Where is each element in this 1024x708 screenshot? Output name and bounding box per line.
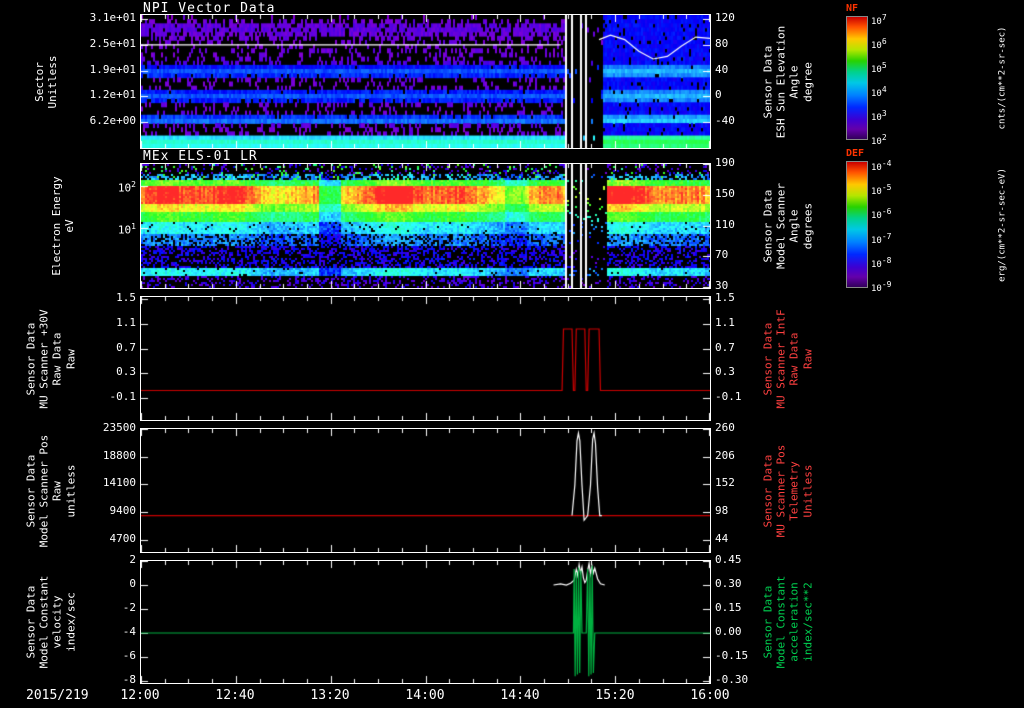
model-scanner-pos-left-axis-label: Sensor Data Model Scanner Pos Raw unitle…	[24, 434, 78, 547]
model-scanner-pos-left-tick: 23500	[102, 421, 136, 434]
model-constant-canvas	[141, 561, 710, 683]
model-constant-left-tick: -8	[122, 673, 136, 687]
colorbar-tick: 103	[871, 108, 887, 123]
date-label: 2015/219	[26, 688, 89, 703]
colorbar-tick: 102	[871, 132, 887, 147]
npi-sector-left-tick: 1.2e+01	[89, 88, 136, 102]
els-energy-right-axis-label: Sensor Data Model Scanner Angle degrees	[761, 182, 815, 270]
model-constant-right-tick: -0.30	[715, 673, 749, 687]
colorbar-tick: 10-6	[871, 207, 892, 222]
colorbar-DEF	[846, 161, 868, 288]
colorbar-tick: 10-8	[871, 256, 892, 271]
plot-screen: NPI Vector Data MEx ELS-01 LR 2015/219 3…	[0, 0, 1024, 708]
npi-sector-left-axis-label: Sector Unitless	[32, 55, 59, 108]
els-energy-left-axis-label: Electron Energy eV	[49, 176, 76, 276]
mu-scanner-30v-left-axis-label: Sensor Data MU Scanner +30V Raw Data Raw	[24, 308, 78, 409]
panel-title-els: MEx ELS-01 LR	[143, 149, 258, 164]
panel-title-npi: NPI Vector Data	[143, 1, 276, 16]
colorbar-title-NF: NF	[846, 3, 859, 14]
npi-sector-left-tick: 1.9e+01	[89, 62, 136, 76]
mu-scanner-30v-left-tick: 1.5	[116, 291, 136, 305]
model-scanner-pos-right-tick: 260	[715, 421, 735, 434]
mu-scanner-30v-panel	[140, 296, 711, 421]
colorbar-tick: 10-5	[871, 182, 892, 197]
x-axis-tick-label: 13:20	[310, 688, 350, 703]
colorbar-title-DEF: DEF	[846, 148, 865, 159]
npi-sector-left-tick: 2.5e+01	[89, 36, 136, 50]
mu-scanner-30v-right-tick: 1.5	[715, 291, 735, 305]
npi-sector-left-tick: 3.1e+01	[89, 10, 136, 24]
els-spectrogram-panel	[140, 163, 711, 289]
model-constant-right-tick: 0.45	[715, 553, 742, 566]
model-constant-right-axis-label: Sensor Data Model Constant acceleration …	[761, 575, 815, 669]
els-energy-right-tick: 30	[715, 279, 729, 292]
x-axis-tick-label: 12:40	[215, 688, 255, 703]
colorbar-tick: 10-9	[871, 280, 892, 295]
colorbar-tick: 10-7	[871, 231, 892, 246]
x-axis-tick-label: 15:20	[595, 688, 635, 703]
model-scanner-pos-panel	[140, 428, 711, 553]
els-energy-right-tick: 190	[715, 156, 735, 169]
model-constant-panel	[140, 560, 711, 684]
colorbar-unit-DEF: erg/(cm**2-sr-sec-eV)	[997, 167, 1008, 282]
colorbar-NF	[846, 16, 868, 140]
colorbar-tick: 106	[871, 37, 887, 52]
npi-sector-left-tick: 6.2e+00	[89, 114, 136, 128]
npi-sector-right-tick: 120	[715, 10, 735, 24]
colorbar-unit-NF: cnts/(cm**2-sr-sec)	[997, 26, 1008, 130]
colorbar-tick: 104	[871, 84, 887, 99]
npi-spectrogram-panel	[140, 14, 711, 149]
colorbar-tick: 105	[871, 61, 887, 76]
x-axis-tick-label: 14:00	[405, 688, 445, 703]
mu-scanner-30v-right-axis-label: Sensor Data MU Scanner IntF Raw Data Raw	[761, 308, 815, 409]
model-scanner-pos-canvas	[141, 429, 710, 552]
model-scanner-pos-right-axis-label: Sensor Data MU Scanner Pos Telemetry Uni…	[761, 444, 815, 537]
colorbar-tick: 107	[871, 13, 887, 28]
model-constant-left-tick: 2	[129, 553, 136, 566]
npi-spectrogram-canvas	[141, 15, 710, 148]
els-spectrogram-canvas	[141, 164, 710, 288]
x-axis-tick-label: 14:40	[500, 688, 540, 703]
x-axis-tick-label: 12:00	[120, 688, 160, 703]
npi-sector-right-axis-label: Sensor Data ESH Sun Elevation Angle degr…	[761, 25, 815, 138]
x-axis-tick-label: 16:00	[690, 688, 730, 703]
mu-scanner-30v-canvas	[141, 297, 710, 420]
colorbar-tick: 10-4	[871, 158, 892, 173]
model-constant-left-axis-label: Sensor Data Model Constant velocity inde…	[24, 575, 78, 669]
